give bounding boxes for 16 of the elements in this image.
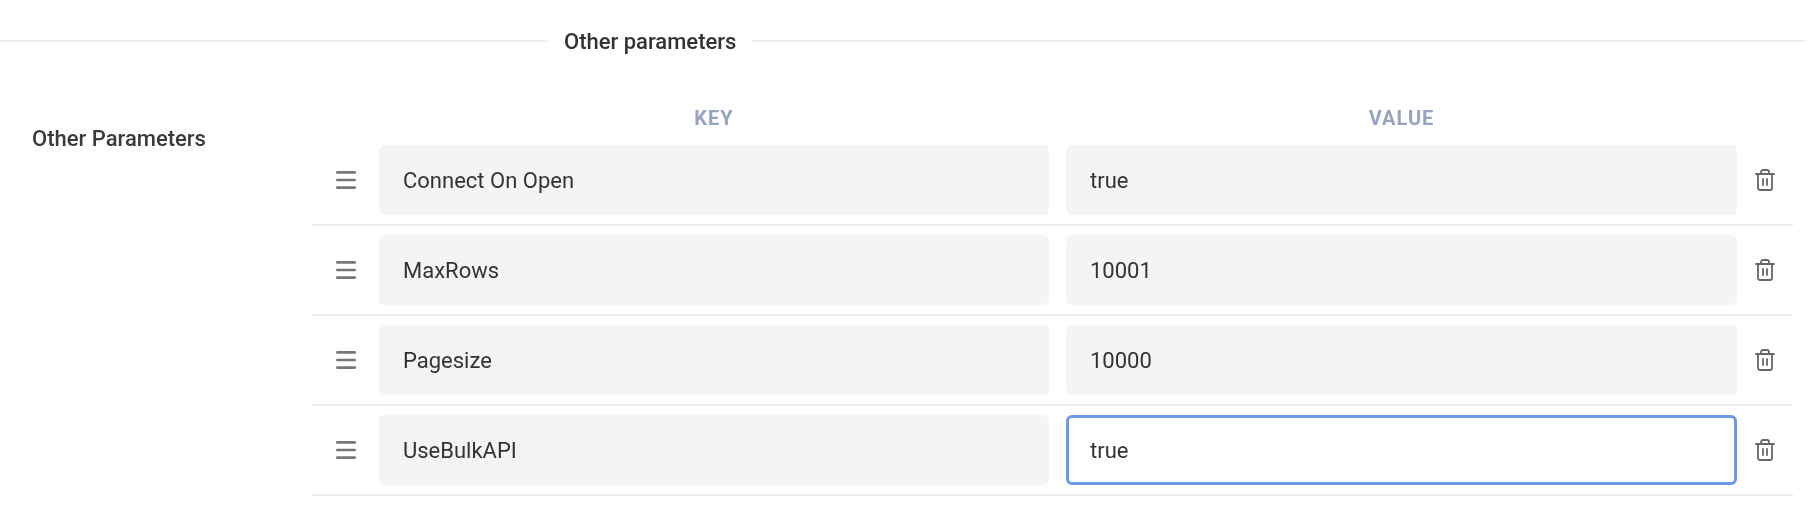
section-label: Other Parameters	[32, 126, 206, 151]
column-header: VALUE	[1368, 105, 1435, 132]
section-legend: Other parameters	[548, 24, 753, 58]
value-field[interactable]: true	[1066, 415, 1737, 485]
delete-icon[interactable]	[1753, 258, 1777, 282]
delete-icon[interactable]	[1753, 438, 1777, 462]
key-field[interactable]: MaxRows	[379, 235, 1049, 305]
value-field[interactable]: true	[1066, 145, 1737, 215]
value-field[interactable]: 10001	[1066, 235, 1737, 305]
key-field[interactable]: Connect On Open	[379, 145, 1049, 215]
key-field[interactable]: UseBulkAPI	[379, 415, 1049, 485]
key-field[interactable]: Pagesize	[379, 325, 1049, 395]
value-field[interactable]: 10000	[1066, 325, 1737, 395]
column-header: KEY	[694, 105, 734, 132]
delete-icon[interactable]	[1753, 168, 1777, 192]
delete-icon[interactable]	[1753, 348, 1777, 372]
